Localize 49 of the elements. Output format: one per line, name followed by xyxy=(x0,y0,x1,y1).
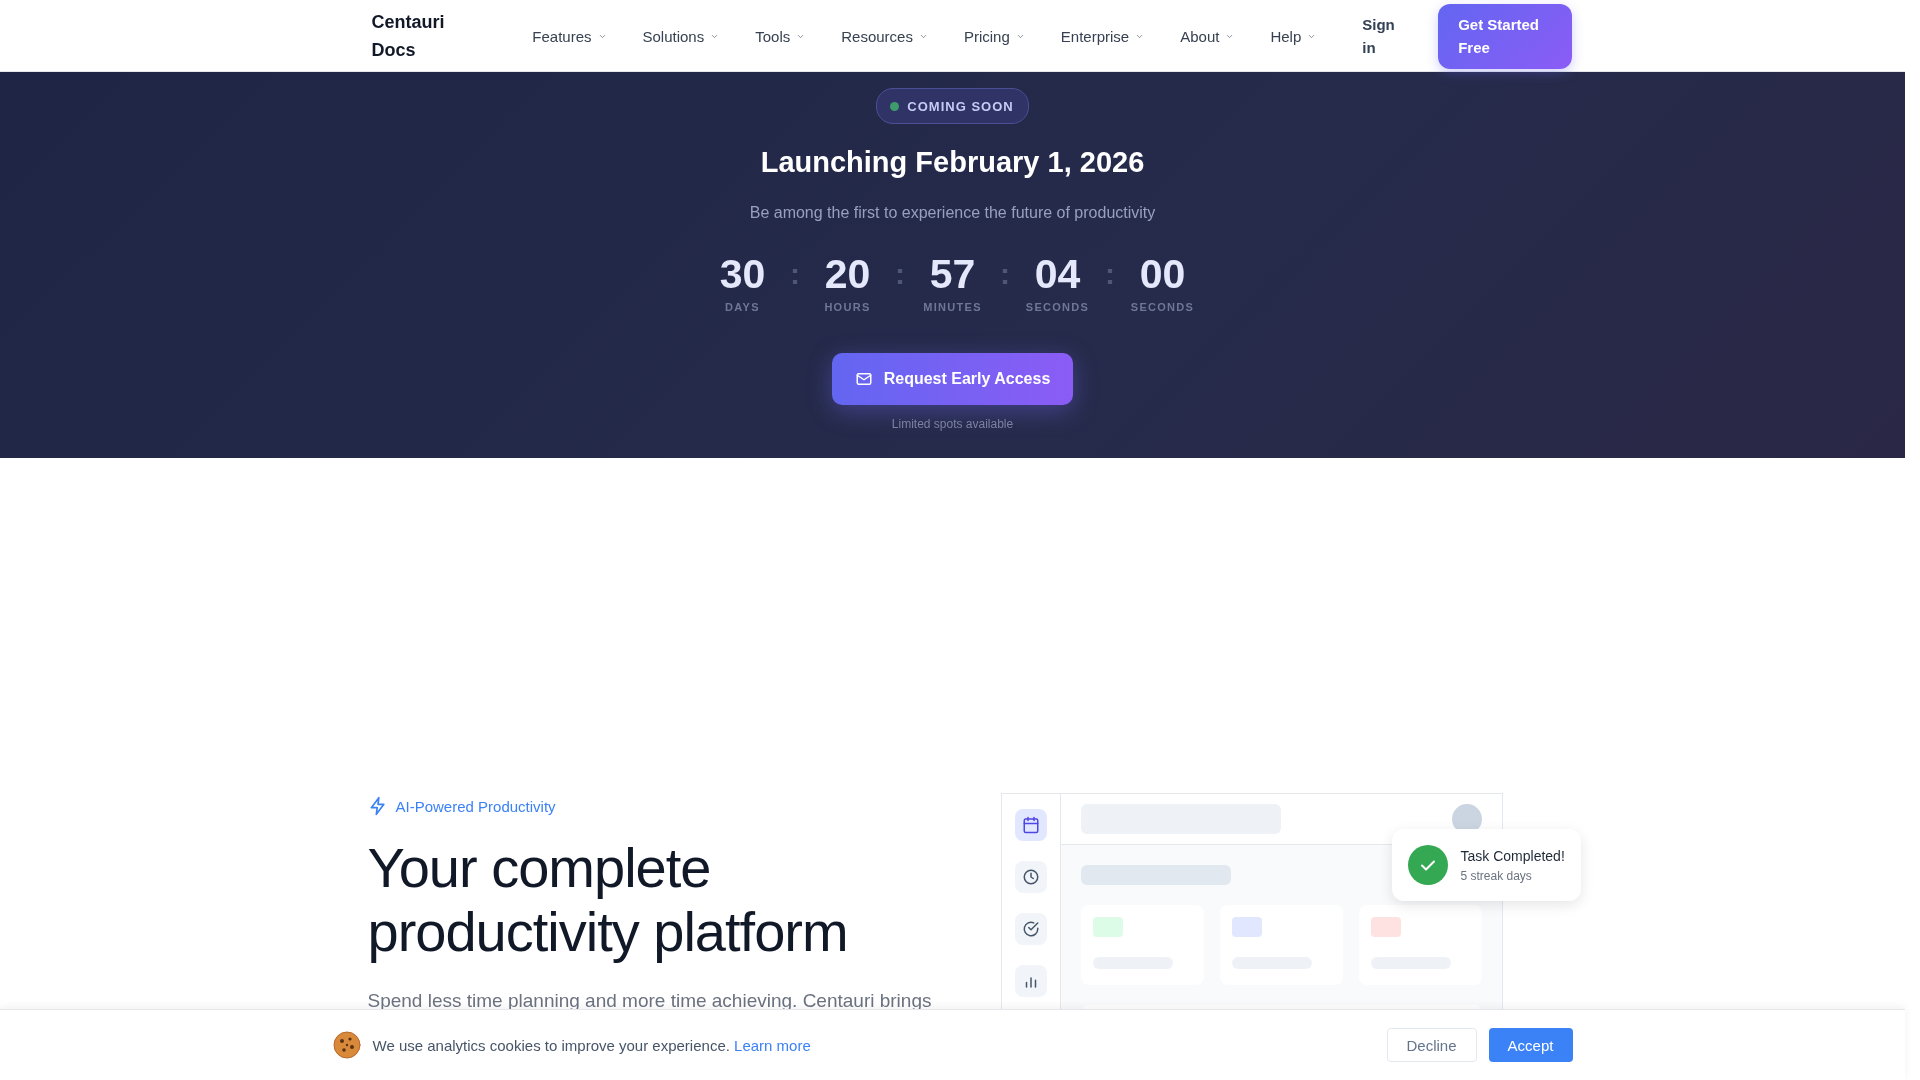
badge-label: COMING SOON xyxy=(907,98,1014,114)
nav-menu[interactable]: Pricing xyxy=(963,19,1025,53)
accept-button[interactable]: Accept xyxy=(1488,1028,1573,1062)
cookie-message: We use analytics cookies to improve your experience. Learn more xyxy=(372,1036,811,1054)
sidebar-button[interactable] xyxy=(1014,809,1047,841)
nav-menu[interactable]: Features xyxy=(532,19,607,53)
countdown-number: 20 xyxy=(824,251,871,297)
status-dot-icon xyxy=(890,101,900,111)
countdown-label: SECONDS xyxy=(1025,301,1090,313)
learn-more-link[interactable]: Learn more xyxy=(734,1036,811,1054)
colon-separator: : xyxy=(999,256,1011,292)
mail-icon xyxy=(854,370,873,388)
nav-menu[interactable]: Enterprise xyxy=(1060,19,1145,53)
countdown-label: MINUTES xyxy=(923,301,982,313)
colon-separator: : xyxy=(894,256,906,292)
nav-menu[interactable]: About xyxy=(1180,19,1235,53)
sidebar-button[interactable] xyxy=(1014,913,1047,945)
tagline: AI-Powered Productivity xyxy=(395,797,556,815)
check-icon xyxy=(1407,845,1448,885)
decline-button[interactable]: Decline xyxy=(1386,1028,1477,1062)
nav-menu[interactable]: Solutions xyxy=(642,19,720,53)
countdown-label: HOURS xyxy=(824,301,871,313)
countdown-label: DAYS xyxy=(725,301,760,313)
colon-separator: : xyxy=(789,256,801,292)
hero-heading: Your complete productivity platform xyxy=(367,836,849,964)
nav-menu[interactable]: Help xyxy=(1270,19,1317,53)
request-access-button[interactable]: Request Early Access xyxy=(832,353,1073,405)
countdown-number: 00 xyxy=(1139,251,1186,297)
sidebar-button[interactable] xyxy=(1014,861,1047,893)
countdown-number: 30 xyxy=(719,251,766,297)
colon-separator: : xyxy=(1104,256,1116,292)
get-started-button[interactable]: Get Started Free xyxy=(1438,3,1573,69)
check-circle-icon xyxy=(1021,920,1040,938)
sidebar-button[interactable] xyxy=(1014,965,1047,997)
countdown-number: 04 xyxy=(1034,251,1081,297)
availability-note: Limited spots available xyxy=(891,417,1014,431)
logo[interactable]: Centauri Docs xyxy=(371,8,471,64)
cookie-icon xyxy=(332,1031,361,1059)
countdown-label: SECONDS xyxy=(1130,301,1195,313)
nav-menu[interactable]: Tools xyxy=(755,19,806,53)
toast-text: 5 streak days xyxy=(1460,868,1533,883)
clock-icon xyxy=(1021,868,1040,886)
toast-title: Task Completed! xyxy=(1460,847,1565,864)
nav-menu[interactable]: Resources xyxy=(841,19,928,53)
launch-title: Launching February 1, 2026 xyxy=(760,145,1145,180)
calendar-icon xyxy=(1021,816,1040,834)
countdown-number: 57 xyxy=(929,251,976,297)
launch-subtitle: Be among the first to experience the future of productivity xyxy=(749,204,1156,222)
sign-in-link[interactable]: Sign in xyxy=(1362,13,1399,59)
